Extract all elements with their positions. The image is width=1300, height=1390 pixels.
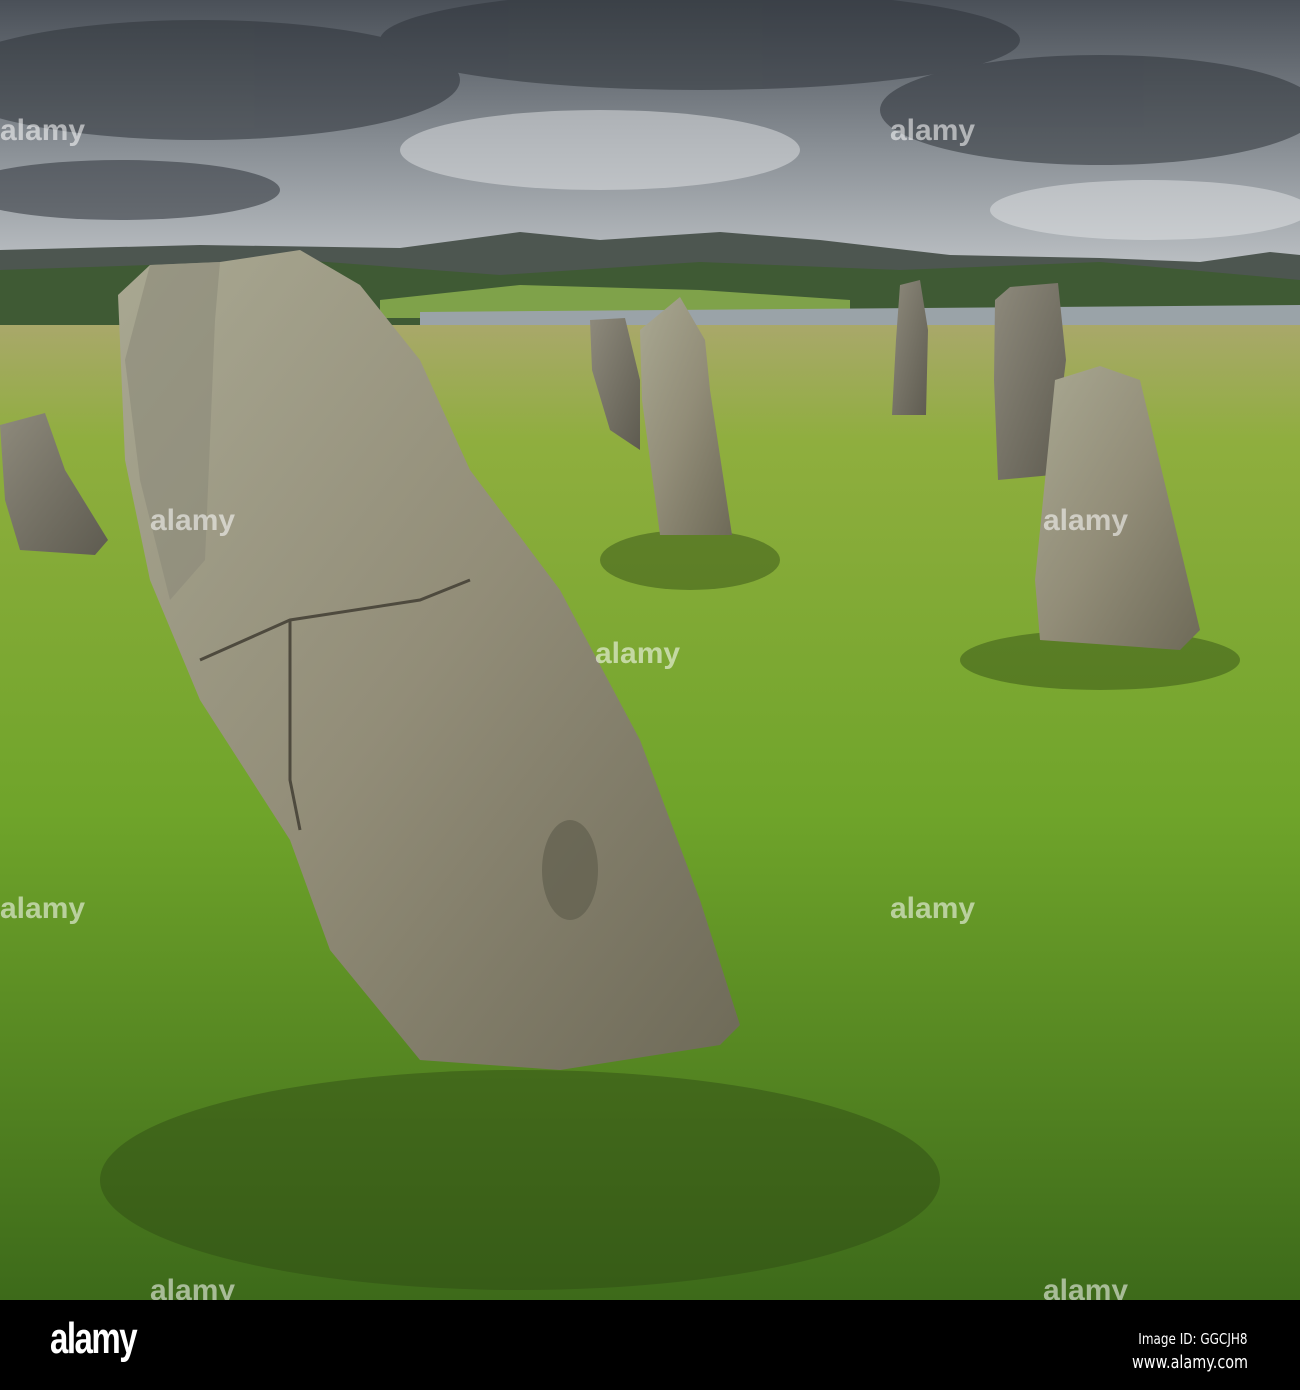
alamy-watermark: alamy <box>595 637 680 670</box>
alamy-watermark: alamy <box>1043 1274 1128 1300</box>
footer-bar: alamy Image ID: GGCJH8 www.alamy.com <box>0 1300 1300 1390</box>
alamy-watermark: alamy <box>890 892 975 925</box>
alamy-watermark: alamy <box>890 114 975 147</box>
alamy-watermark: alamy <box>0 114 85 147</box>
alamy-watermark: alamy <box>1043 504 1128 537</box>
alamy-watermark: alamy <box>150 504 235 537</box>
alamy-watermark: alamy <box>0 892 85 925</box>
standing-stones-photo: alamy alamy alamy alamy alamy alamy alam… <box>0 0 1300 1300</box>
image-id: Image ID: GGCJH8 <box>1138 1330 1248 1348</box>
site-url[interactable]: www.alamy.com <box>1132 1352 1248 1373</box>
stone-hollow <box>542 820 598 920</box>
alamy-watermark: alamy <box>150 1274 235 1300</box>
alamy-logo[interactable]: alamy <box>50 1314 138 1364</box>
